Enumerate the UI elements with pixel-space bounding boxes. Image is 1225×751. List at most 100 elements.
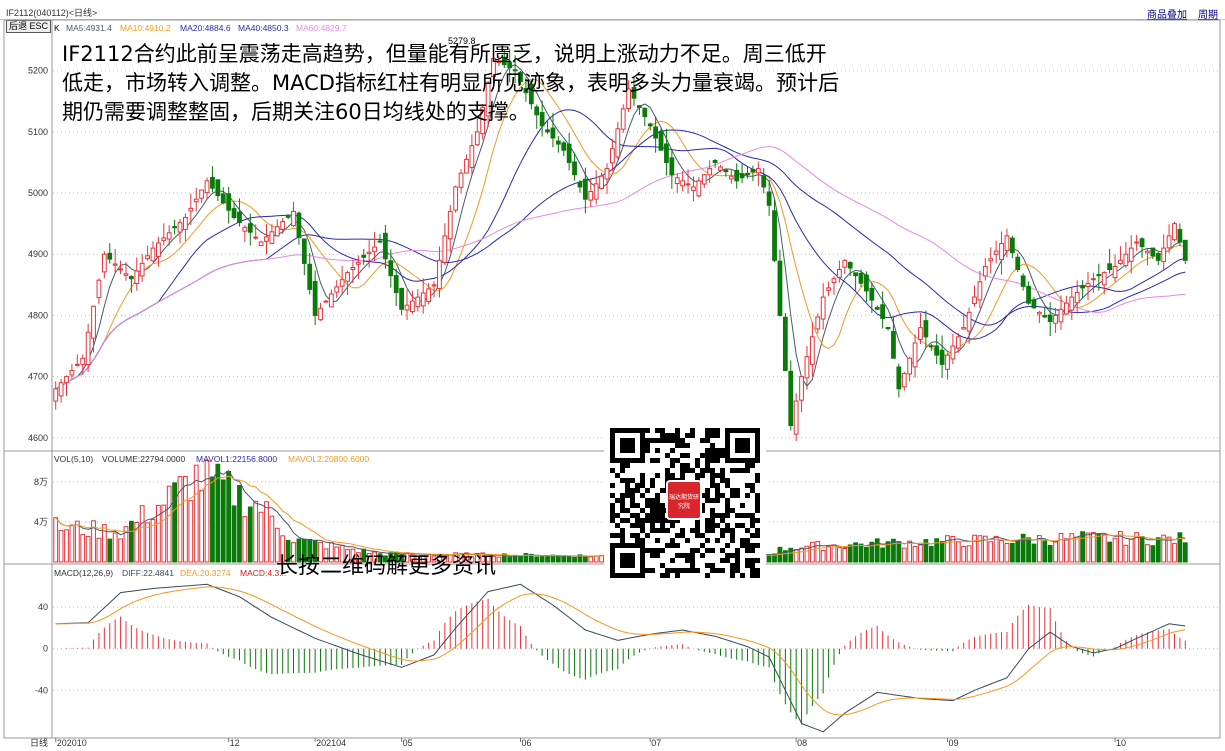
candle-body <box>220 193 226 204</box>
candle-body <box>312 281 318 316</box>
qr-module <box>745 538 750 543</box>
qr-module <box>710 458 715 463</box>
candle-body <box>1177 229 1183 243</box>
x-axis-label: 12 <box>230 738 240 748</box>
candle-body <box>156 242 161 257</box>
qr-module <box>695 463 700 468</box>
candle-body <box>437 259 442 289</box>
qr-module <box>680 438 685 443</box>
candle <box>1112 254 1118 282</box>
candle-body <box>712 159 718 163</box>
candle <box>220 187 226 205</box>
qr-module <box>660 528 665 533</box>
candle <box>177 219 183 244</box>
volume-bar <box>1096 533 1102 563</box>
qr-module <box>670 463 675 468</box>
candle-body <box>134 270 140 285</box>
qr-module <box>620 503 625 508</box>
qr-module <box>645 488 650 493</box>
candle-body <box>1166 235 1172 249</box>
volume-bar <box>64 529 69 563</box>
qr-module <box>710 483 715 488</box>
volume-bar <box>961 545 967 563</box>
volume-tick-label: 8万 <box>34 477 48 487</box>
qr-module <box>725 513 730 518</box>
qr-module <box>610 503 615 508</box>
x-axis-label: 10 <box>1116 738 1126 748</box>
x-axis-label: 05 <box>403 738 413 748</box>
qr-module <box>635 488 640 493</box>
qr-module <box>670 523 675 528</box>
candle-body <box>383 232 388 260</box>
ma10-legend: MA10:4910.2 <box>120 23 171 33</box>
volume-bar <box>210 476 215 563</box>
qr-module <box>645 548 650 553</box>
candle-body <box>610 148 615 164</box>
qr-module <box>675 438 680 443</box>
qr-module <box>700 468 705 473</box>
qr-module <box>700 543 705 548</box>
candle-body <box>788 370 794 427</box>
candle <box>183 213 188 242</box>
candle-body <box>739 173 745 179</box>
candle-body <box>139 262 145 277</box>
qr-module <box>620 493 625 498</box>
candle <box>615 121 621 160</box>
qr-module <box>745 468 750 473</box>
qr-module <box>615 523 620 528</box>
qr-module <box>685 538 690 543</box>
qr-module <box>720 453 725 458</box>
qr-module <box>740 543 745 548</box>
volume-bar <box>858 543 864 563</box>
qr-module <box>645 568 650 573</box>
volume-tick-label: 4万 <box>34 517 48 527</box>
ma40-legend: MA40:4850.3 <box>238 23 289 33</box>
candle-body <box>291 210 296 227</box>
qr-module <box>655 458 660 463</box>
volume-bar <box>928 545 934 563</box>
qr-code[interactable]: 瑞达期货研究院 <box>604 422 766 582</box>
candle-body <box>588 191 594 201</box>
volume-bar <box>518 555 523 563</box>
candle <box>150 241 156 263</box>
candle-body <box>826 287 831 291</box>
candle <box>734 163 740 189</box>
candle-body <box>1123 253 1129 267</box>
candle-body <box>658 130 664 151</box>
qr-module <box>665 438 670 443</box>
qr-module <box>680 473 685 478</box>
candle <box>96 278 102 305</box>
macd-tick-label: 40 <box>38 602 48 612</box>
qr-module <box>690 528 695 533</box>
candle <box>939 335 945 379</box>
candle-body <box>1036 311 1042 315</box>
qr-module <box>695 548 700 553</box>
qr-module <box>740 468 745 473</box>
qr-module <box>745 543 750 548</box>
candle <box>739 163 745 184</box>
qr-module <box>735 488 740 493</box>
candle-body <box>566 143 572 163</box>
qr-module <box>640 508 645 513</box>
candle <box>193 187 199 212</box>
qr-module <box>645 428 650 433</box>
volume-bar <box>999 540 1004 563</box>
candle-body <box>696 180 702 197</box>
qr-module <box>680 453 685 458</box>
volume-bar <box>588 556 594 563</box>
qr-module <box>715 428 720 433</box>
qr-module <box>690 568 695 573</box>
qr-module <box>655 498 660 503</box>
candle <box>264 224 269 255</box>
candle <box>253 224 259 240</box>
qr-module <box>725 523 730 528</box>
qr-module <box>730 563 735 568</box>
volume-bar <box>1058 532 1064 563</box>
qr-module <box>730 573 735 578</box>
qr-module <box>700 533 705 538</box>
candle-body <box>815 316 821 330</box>
candle-body <box>923 320 929 338</box>
qr-module <box>750 463 755 468</box>
qr-module <box>665 473 670 478</box>
qr-module <box>645 448 650 453</box>
